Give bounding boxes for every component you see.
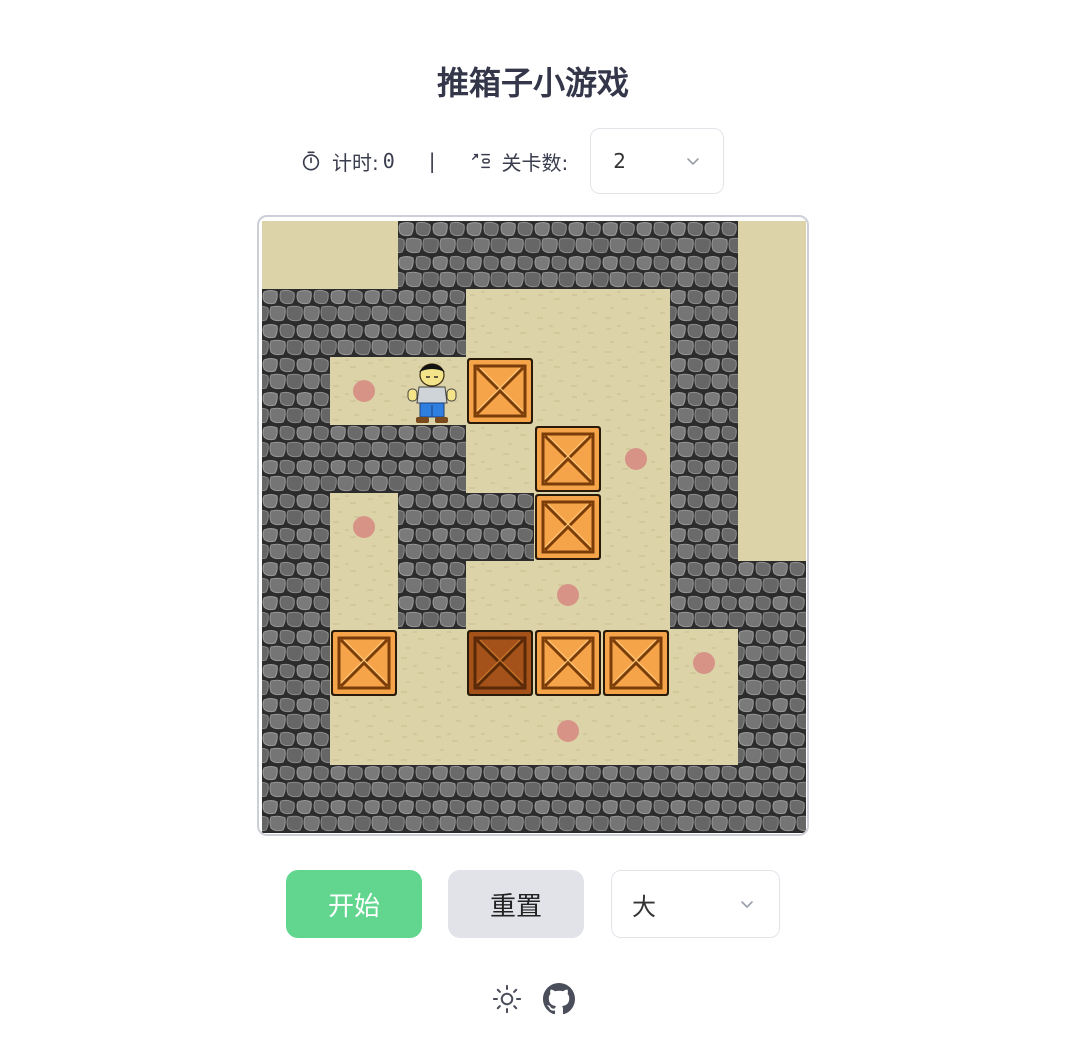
floor-tile xyxy=(398,697,466,765)
box xyxy=(534,629,602,697)
size-select-value: 大 xyxy=(632,892,656,921)
status-separator: | xyxy=(428,149,436,173)
target-tile xyxy=(602,425,670,493)
game-board-frame xyxy=(257,215,809,836)
empty-tile xyxy=(738,289,806,357)
wall-tile xyxy=(262,425,330,493)
floor-tile xyxy=(330,697,398,765)
wall-tile xyxy=(262,493,330,561)
floor-tile xyxy=(466,697,534,765)
floor-tile xyxy=(398,629,466,697)
status-bar: 计时: 0 | 关卡数: 2 xyxy=(300,126,725,196)
wall-tile xyxy=(398,561,466,629)
wall-tile xyxy=(738,697,806,765)
page-title: 推箱子小游戏 xyxy=(436,64,629,102)
floor-tile xyxy=(466,425,534,493)
floor-tile xyxy=(330,561,398,629)
wall-tile xyxy=(466,493,534,561)
empty-tile xyxy=(262,221,330,289)
wall-tile xyxy=(398,221,466,289)
footer xyxy=(0,980,1066,1018)
wall-tile xyxy=(466,765,534,833)
wall-tile xyxy=(330,425,398,493)
level-steps-icon xyxy=(470,150,492,172)
empty-tile xyxy=(738,425,806,493)
wall-tile xyxy=(398,425,466,493)
floor-tile xyxy=(602,697,670,765)
empty-tile xyxy=(738,493,806,561)
chevron-down-icon xyxy=(685,153,701,169)
wall-tile xyxy=(670,561,738,629)
level-label: 关卡数: xyxy=(501,150,569,175)
start-button[interactable]: 开始 xyxy=(286,870,422,938)
wall-tile xyxy=(738,629,806,697)
floor-tile xyxy=(602,493,670,561)
empty-tile xyxy=(738,221,806,289)
target-tile xyxy=(330,357,398,425)
wall-tile xyxy=(670,221,738,289)
reset-button[interactable]: 重置 xyxy=(448,870,584,938)
wall-tile xyxy=(262,289,330,357)
timer-label: 计时: xyxy=(332,150,379,175)
wall-tile xyxy=(330,765,398,833)
wall-tile xyxy=(738,561,806,629)
wall-tile xyxy=(534,765,602,833)
empty-tile xyxy=(738,357,806,425)
floor-tile xyxy=(466,561,534,629)
wall-tile xyxy=(262,765,330,833)
level-select[interactable]: 2 xyxy=(590,128,725,194)
wall-tile xyxy=(602,221,670,289)
wall-tile xyxy=(262,629,330,697)
wall-tile xyxy=(670,357,738,425)
size-select[interactable]: 大 xyxy=(611,870,780,938)
target-tile xyxy=(670,629,738,697)
box xyxy=(466,357,534,425)
wall-tile xyxy=(670,765,738,833)
wall-tile xyxy=(738,765,806,833)
box xyxy=(330,629,398,697)
wall-tile xyxy=(262,561,330,629)
wall-tile xyxy=(398,493,466,561)
floor-tile xyxy=(602,357,670,425)
floor-tile xyxy=(534,357,602,425)
level-select-value: 2 xyxy=(613,149,627,173)
controls-bar: 开始 重置 大 xyxy=(0,870,1066,940)
wall-tile xyxy=(602,765,670,833)
wall-tile xyxy=(262,357,330,425)
chevron-down-icon xyxy=(739,896,755,912)
target-tile xyxy=(534,697,602,765)
sun-icon[interactable] xyxy=(490,982,524,1016)
box xyxy=(534,493,602,561)
floor-tile xyxy=(670,697,738,765)
wall-tile xyxy=(262,697,330,765)
wall-tile xyxy=(670,493,738,561)
floor-tile xyxy=(534,289,602,357)
box xyxy=(602,629,670,697)
floor-tile xyxy=(602,561,670,629)
timer-value: 0 xyxy=(382,149,395,173)
app-root: 推箱子小游戏 计时: 0 | 关卡数: 2 开始 重置 大 xyxy=(0,0,1066,1064)
game-board[interactable] xyxy=(262,221,806,833)
wall-tile xyxy=(670,425,738,493)
wall-tile xyxy=(398,289,466,357)
target-tile xyxy=(534,561,602,629)
github-icon[interactable] xyxy=(542,982,576,1016)
wall-tile xyxy=(330,289,398,357)
floor-tile xyxy=(602,289,670,357)
wall-tile xyxy=(466,221,534,289)
floor-tile xyxy=(466,289,534,357)
box xyxy=(534,425,602,493)
empty-tile xyxy=(330,221,398,289)
target-tile xyxy=(330,493,398,561)
wall-tile xyxy=(398,765,466,833)
wall-tile xyxy=(670,289,738,357)
player xyxy=(398,357,466,425)
wall-tile xyxy=(534,221,602,289)
box-on-target xyxy=(466,629,534,697)
stopwatch-icon xyxy=(300,150,322,172)
